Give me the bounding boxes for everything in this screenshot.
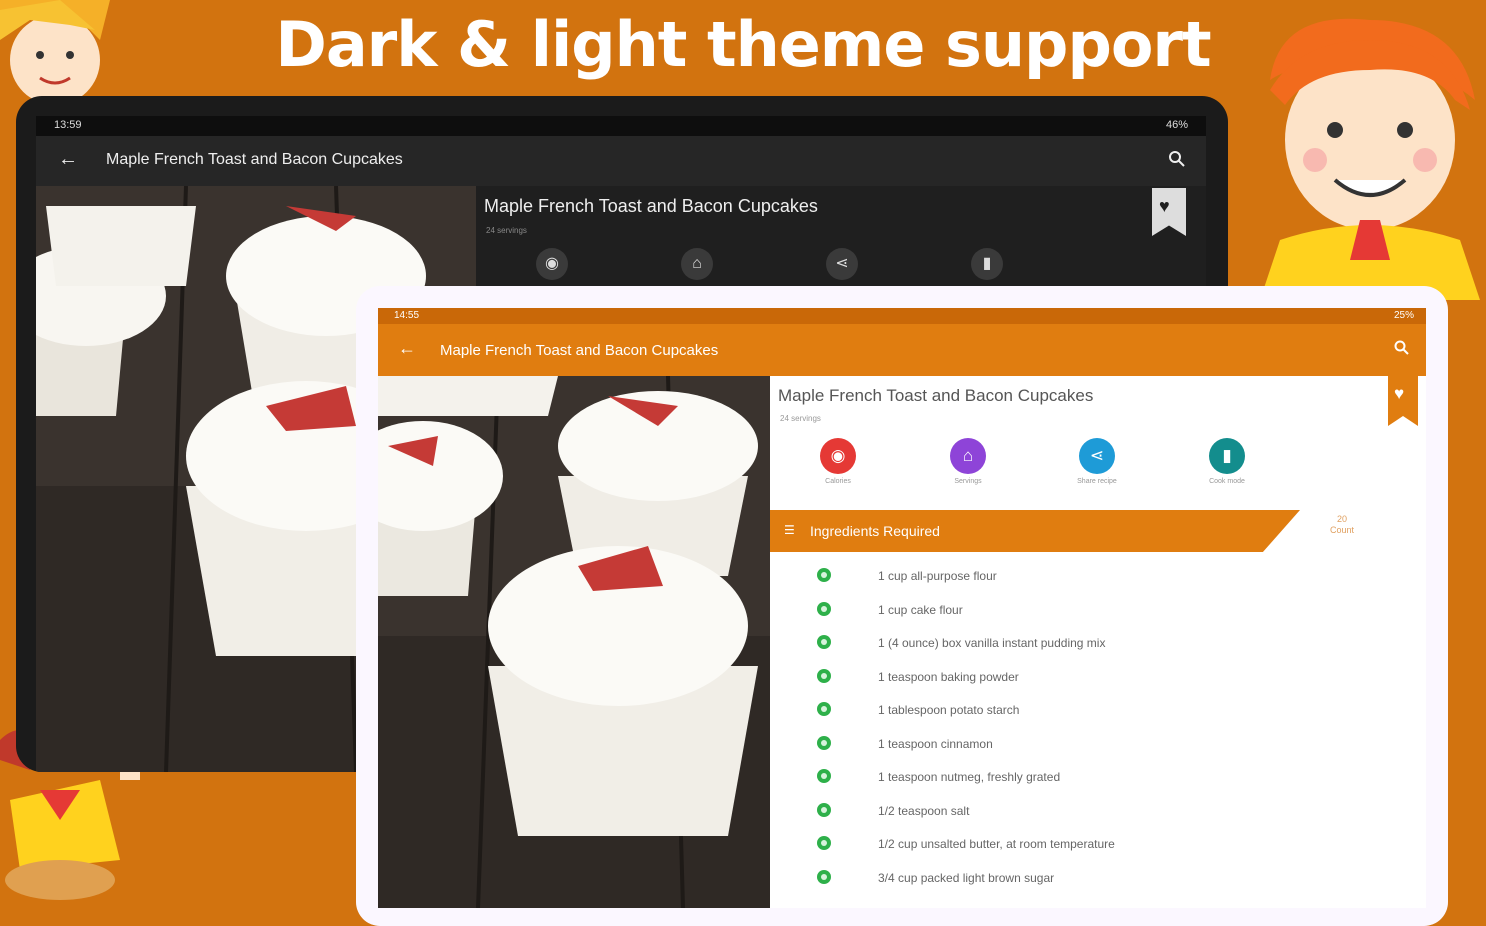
- light-status-bar: 14:55 25%: [378, 308, 1426, 324]
- bullet-icon: [817, 702, 831, 716]
- share-action-icon[interactable]: ⋖: [826, 248, 858, 280]
- list-item[interactable]: 1 teaspoon baking powder: [770, 661, 1410, 695]
- recipe-title: Maple French Toast and Bacon Cupcakes: [778, 386, 1094, 405]
- back-arrow-icon[interactable]: ←: [58, 148, 78, 171]
- light-app-bar: ← Maple French Toast and Bacon Cupcakes: [378, 324, 1426, 376]
- dark-status-bar: 13:59 46%: [36, 116, 1206, 136]
- share-action[interactable]: ⋖ Share recipe: [1067, 438, 1127, 486]
- kid-illustration-right: [1260, 18, 1480, 300]
- list-item[interactable]: 1 cup all-purpose flour: [770, 560, 1410, 594]
- status-time: 13:59: [54, 119, 82, 131]
- app-bar-title: Maple French Toast and Bacon Cupcakes: [106, 151, 403, 168]
- recipe-servings: 24 servings: [486, 226, 527, 235]
- ingredients-header: ☰ Ingredients Required: [770, 510, 1300, 552]
- search-icon[interactable]: [1394, 340, 1410, 356]
- calories-action-icon[interactable]: ◉: [536, 248, 568, 280]
- ingredients-count-word: Count: [1329, 525, 1355, 535]
- action-label: Cook mode: [1209, 478, 1245, 485]
- bookmark-heart-icon[interactable]: ♥: [1152, 188, 1186, 236]
- ingredients-list: 1 cup all-purpose flour 1 cup cake flour…: [770, 560, 1410, 895]
- light-recipe-detail: Maple French Toast and Bacon Cupcakes 24…: [770, 376, 1426, 908]
- ingredients-label: Ingredients Required: [810, 523, 940, 539]
- bullet-icon: [817, 869, 831, 884]
- list-item[interactable]: 1 teaspoon nutmeg, freshly grated: [770, 761, 1410, 795]
- recipe-photo: [378, 376, 770, 908]
- bullet-icon: [817, 735, 831, 750]
- bullet-icon: [817, 668, 831, 683]
- list-item[interactable]: 1 (4 ounce) box vanilla instant pudding …: [770, 627, 1410, 661]
- bookmark-heart-icon[interactable]: ♥: [1388, 376, 1418, 426]
- list-item[interactable]: 1 cup cake flour: [770, 594, 1410, 628]
- status-time: 14:55: [394, 310, 420, 321]
- servings-action[interactable]: ⌂ Servings: [938, 438, 998, 486]
- fire-icon: ◉: [820, 438, 856, 474]
- list-item[interactable]: 1/2 cup unsalted butter, at room tempera…: [770, 828, 1410, 862]
- list-item[interactable]: 1 teaspoon cinnamon: [770, 728, 1410, 762]
- action-label: Calories: [825, 478, 851, 485]
- cook-mode-action-icon[interactable]: ▮: [971, 248, 1003, 280]
- recipe-servings: 24 servings: [780, 414, 821, 423]
- calories-action[interactable]: ◉ Calories: [808, 438, 868, 486]
- list-item[interactable]: 3/4 cup packed light brown sugar: [770, 862, 1410, 896]
- bullet-icon: [817, 802, 831, 817]
- ingredients-count: 20 Count: [1300, 514, 1384, 536]
- action-label: Share recipe: [1077, 478, 1117, 485]
- bullet-icon: [817, 836, 831, 850]
- dark-app-bar: ← Maple French Toast and Bacon Cupcakes: [36, 136, 1206, 186]
- app-bar-title: Maple French Toast and Bacon Cupcakes: [440, 342, 719, 359]
- list-icon: ☰: [784, 523, 795, 537]
- bullet-icon: [817, 601, 831, 616]
- light-theme-tablet: 14:55 25% ← Maple French Toast and Bacon…: [356, 286, 1448, 926]
- list-item[interactable]: 1/2 teaspoon salt: [770, 795, 1410, 829]
- book-icon: ▮: [1209, 438, 1245, 474]
- light-screen: 14:55 25% ← Maple French Toast and Bacon…: [378, 308, 1426, 908]
- share-icon: ⋖: [1079, 438, 1115, 474]
- cook-mode-action[interactable]: ▮ Cook mode: [1197, 438, 1257, 486]
- recipe-title: Maple French Toast and Bacon Cupcakes: [484, 196, 818, 216]
- bullet-icon: [817, 769, 831, 783]
- kid-illustration-top-left: [0, 0, 110, 105]
- list-item[interactable]: 1 tablespoon potato starch: [770, 694, 1410, 728]
- servings-action-icon[interactable]: ⌂: [681, 248, 713, 280]
- action-label: Servings: [954, 478, 982, 485]
- back-arrow-icon[interactable]: ←: [398, 338, 416, 359]
- status-battery: 25%: [1393, 310, 1414, 321]
- search-icon[interactable]: [1168, 150, 1186, 168]
- dish-icon: ⌂: [950, 438, 986, 474]
- status-battery: 46%: [1165, 119, 1188, 131]
- ingredients-count-number: 20: [1336, 514, 1347, 524]
- bullet-icon: [817, 568, 831, 582]
- bullet-icon: [817, 635, 831, 649]
